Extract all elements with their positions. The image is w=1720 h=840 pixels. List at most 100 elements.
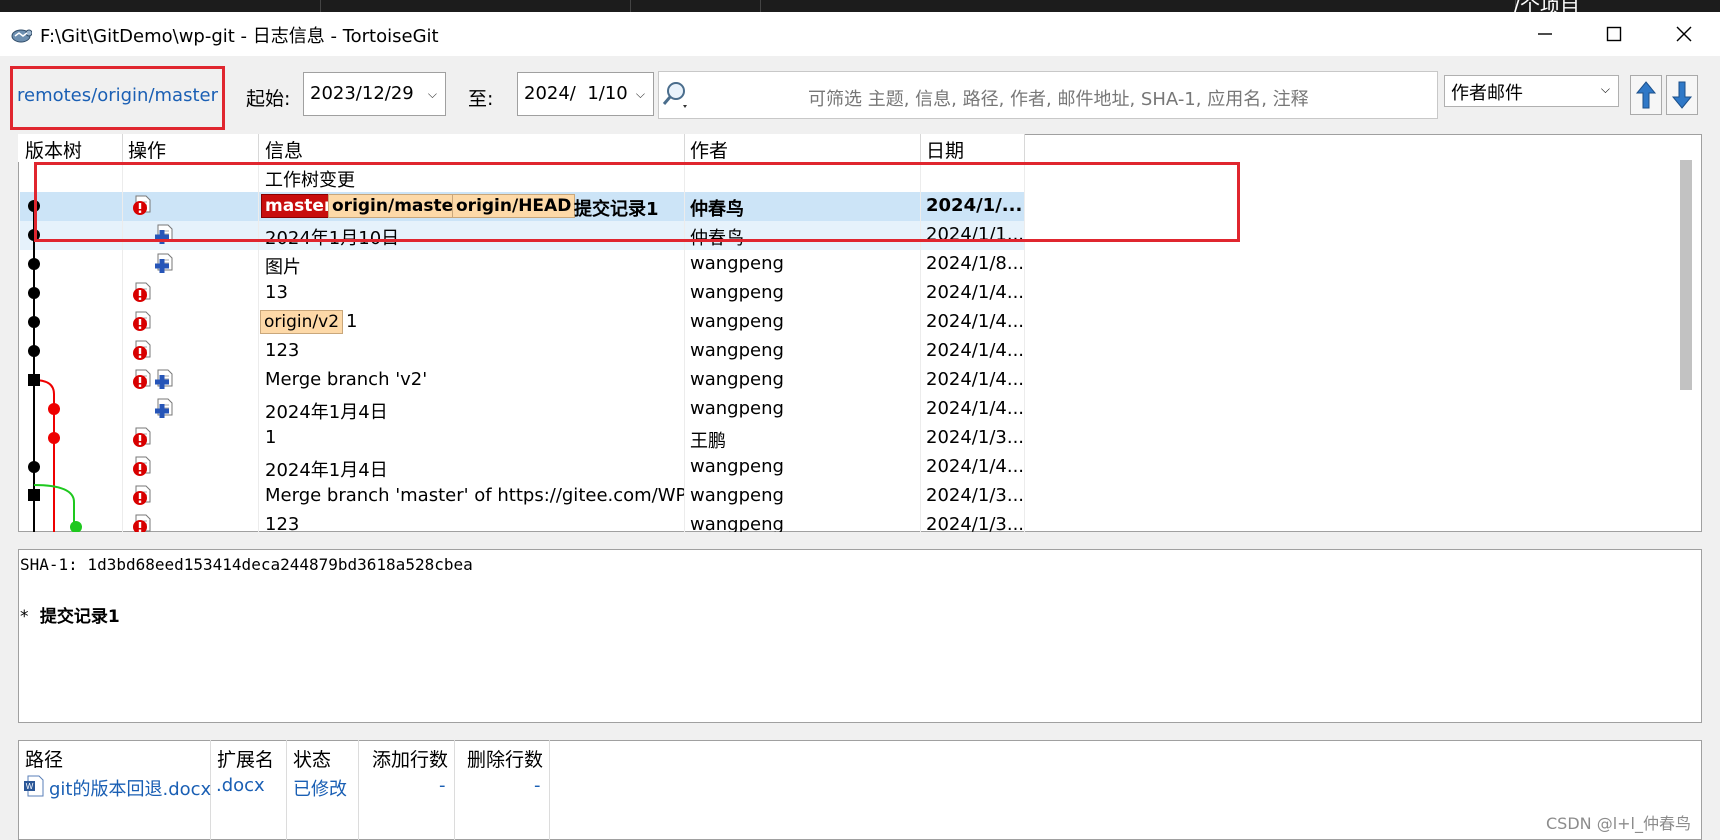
- commit-node: [28, 345, 40, 357]
- row-date: 2024/1/8...: [926, 253, 1025, 274]
- end-date-label: 至:: [468, 88, 494, 110]
- file-path[interactable]: git的版本回退.docx: [49, 775, 211, 801]
- row-date: 2024/1/4...: [926, 340, 1025, 361]
- annotation-box-branch: [10, 66, 225, 130]
- word-file-icon: W: [24, 775, 44, 797]
- row-author: wangpeng: [690, 485, 784, 506]
- commit-node: [28, 316, 40, 328]
- row-message: 13: [265, 282, 288, 303]
- modified-icon: [133, 485, 151, 505]
- modified-icon: [133, 369, 151, 389]
- divider: [358, 740, 359, 840]
- divider: [454, 740, 455, 840]
- end-date-picker[interactable]: 2024/ 1/10 ⌵: [517, 72, 654, 116]
- divider: [258, 134, 259, 162]
- added-icon: [155, 398, 173, 418]
- search-icon[interactable]: [661, 80, 691, 110]
- background-tab: [630, 0, 631, 12]
- file-status: 已修改: [293, 779, 347, 800]
- row-message: 2024年1月4日: [265, 402, 388, 423]
- row-author: wangpeng: [690, 340, 784, 361]
- chevron-down-icon[interactable]: ⌵: [636, 87, 645, 102]
- end-date-value: 2024/ 1/10: [524, 83, 628, 104]
- start-date-picker[interactable]: 2023/12/29 ⌵: [303, 72, 446, 116]
- start-date-label: 起始:: [246, 88, 291, 110]
- col-header-graph[interactable]: 版本树: [25, 136, 82, 163]
- file-ext: .docx: [216, 775, 265, 796]
- row-author: wangpeng: [690, 369, 784, 390]
- row-author: wangpeng: [690, 456, 784, 477]
- merge-node: [28, 374, 40, 386]
- branch-tag-origin-v2: origin/v2: [260, 310, 344, 334]
- commit-node: [48, 432, 60, 444]
- files-col-deleted[interactable]: 删除行数: [467, 745, 543, 772]
- row-author: 王鹏: [690, 431, 726, 452]
- row-date: 2024/1/4...: [926, 311, 1025, 332]
- row-message: Merge branch 'v2': [265, 369, 428, 390]
- merge-node: [28, 489, 40, 501]
- modified-icon: [133, 282, 151, 302]
- row-date: 2024/1/4...: [926, 369, 1025, 390]
- log-scrollbar-thumb[interactable]: [1680, 160, 1692, 390]
- message-bullet: *: [20, 607, 29, 627]
- background-tab: [760, 0, 761, 12]
- maximize-button[interactable]: [1592, 14, 1636, 54]
- row-message: 1: [346, 311, 358, 332]
- file-deleted: -: [534, 775, 541, 796]
- files-col-path[interactable]: 路径: [25, 745, 63, 772]
- row-author: wangpeng: [690, 253, 784, 274]
- background-tab: [320, 0, 321, 12]
- watermark: CSDN @l+l_仲春鸟: [1546, 814, 1692, 833]
- minimize-button[interactable]: [1523, 14, 1567, 54]
- col-header-actions[interactable]: 操作: [128, 136, 166, 163]
- divider: [549, 740, 550, 840]
- commit-node: [70, 521, 82, 532]
- modified-icon: [133, 427, 151, 447]
- commit-sha: SHA-1: 1d3bd68eed153414deca244879bd3618a…: [20, 555, 473, 574]
- sort-down-button[interactable]: [1666, 75, 1698, 115]
- row-message: Merge branch 'master' of https://gitee.c…: [265, 485, 685, 506]
- row-date: 2024/1/3...: [926, 514, 1024, 532]
- modified-icon: [133, 340, 151, 360]
- close-button[interactable]: [1662, 14, 1706, 54]
- svg-text:W: W: [26, 782, 34, 791]
- col-header-date[interactable]: 日期: [926, 136, 964, 163]
- row-message: 2024年1月4日: [265, 460, 388, 481]
- filter-field-value: 作者邮件: [1451, 83, 1523, 104]
- files-col-status[interactable]: 状态: [293, 745, 331, 772]
- row-message: 123: [265, 340, 300, 361]
- added-icon: [155, 253, 173, 273]
- row-date: 2024/1/3...: [926, 485, 1025, 506]
- arrow-up-icon: [1635, 81, 1657, 109]
- divider: [684, 134, 685, 162]
- col-header-author[interactable]: 作者: [690, 136, 728, 163]
- row-date: 2024/1/4...: [926, 282, 1025, 303]
- commit-message-pane[interactable]: [18, 549, 1702, 723]
- commit-message: * 提交记录1: [20, 602, 120, 627]
- file-added: -: [439, 775, 446, 796]
- modified-icon: [133, 311, 151, 331]
- files-col-added[interactable]: 添加行数: [372, 745, 448, 772]
- arrow-down-icon: [1671, 81, 1693, 109]
- row-date: 2024/1/4...: [926, 398, 1025, 419]
- col-header-message[interactable]: 信息: [265, 136, 303, 163]
- sort-up-button[interactable]: [1630, 75, 1662, 115]
- divider: [1024, 134, 1025, 162]
- log-header: [18, 134, 1024, 162]
- divider: [122, 134, 123, 162]
- message-text: 提交记录1: [39, 607, 120, 627]
- filter-field-select[interactable]: 作者邮件 ⌵: [1444, 75, 1619, 107]
- divider: [286, 740, 287, 840]
- annotation-box-rows: [34, 162, 1240, 242]
- start-date-value: 2023/12/29: [310, 83, 414, 104]
- row-date: 2024/1/3...: [926, 427, 1025, 448]
- commit-node: [28, 258, 40, 270]
- row-author: wangpeng: [690, 311, 784, 332]
- chevron-down-icon[interactable]: ⌵: [428, 87, 437, 102]
- row-message: 图片: [265, 257, 301, 278]
- files-col-ext[interactable]: 扩展名: [217, 745, 274, 772]
- added-icon: [155, 369, 173, 389]
- chevron-down-icon[interactable]: ⌵: [1601, 82, 1610, 97]
- commit-node: [28, 461, 40, 473]
- background-window-strip: /个项目: [0, 0, 1720, 18]
